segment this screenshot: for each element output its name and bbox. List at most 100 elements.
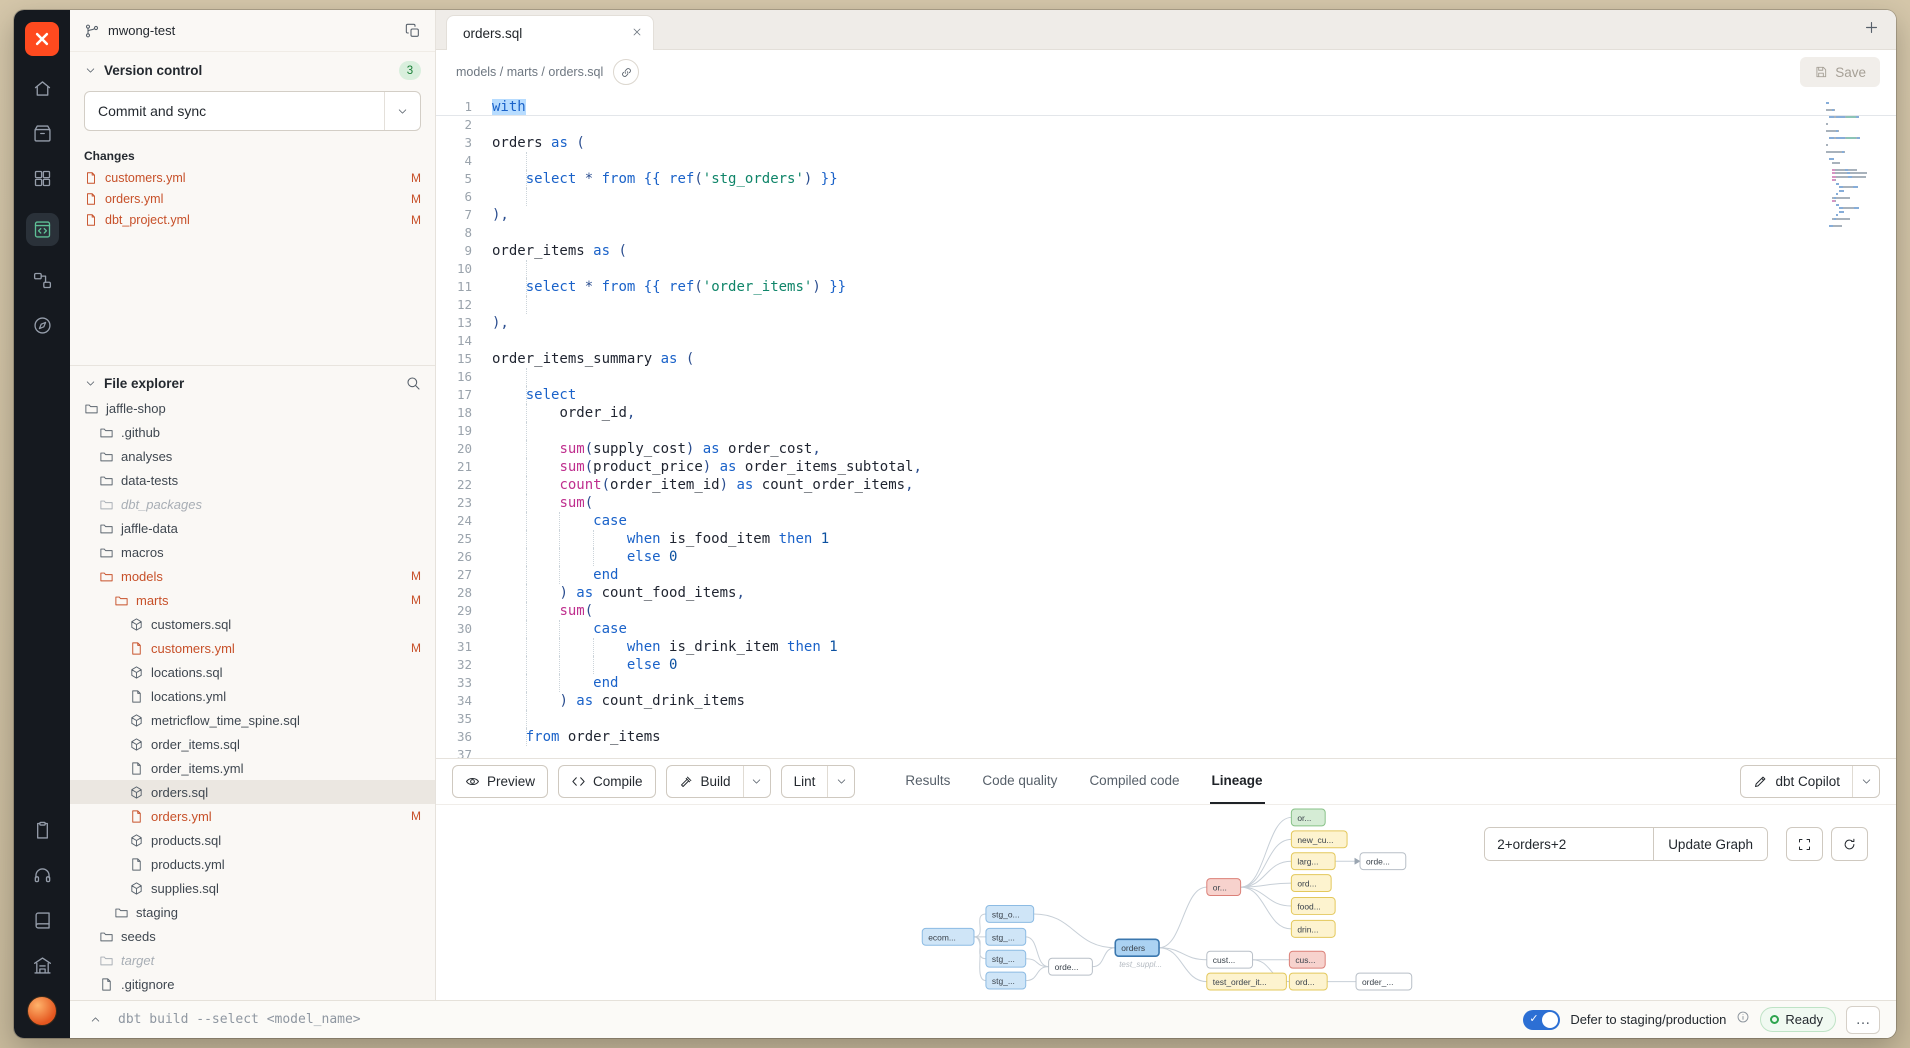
code-editor[interactable]: 1with23orders as (45 select * from {{ re…	[436, 94, 1896, 758]
dag-node-drin[interactable]: drin...	[1291, 920, 1335, 937]
code-line-12[interactable]: 12	[436, 296, 1896, 314]
changed-file-customers.yml[interactable]: customers.ymlM	[70, 167, 435, 188]
dag-node-ord2[interactable]: ord...	[1289, 973, 1327, 990]
rail-item-explore[interactable]	[32, 315, 53, 336]
code-line-15[interactable]: 15order_items_summary as (	[436, 350, 1896, 368]
new-tab-button[interactable]	[1863, 19, 1880, 41]
code-line-3[interactable]: 3orders as (	[436, 134, 1896, 152]
dag-node-orp[interactable]: or...	[1207, 879, 1241, 896]
code-line-30[interactable]: 30 case	[436, 620, 1896, 638]
code-line-10[interactable]: 10	[436, 260, 1896, 278]
tree-item-orders.yml[interactable]: orders.ymlM	[70, 804, 435, 828]
rail-item-notes[interactable]	[32, 820, 53, 841]
code-line-22[interactable]: 22 count(order_item_id) as count_order_i…	[436, 476, 1896, 494]
lineage-panel[interactable]: ecom...stg_o...stg_...stg_...stg_...orde…	[436, 804, 1896, 1000]
code-line-8[interactable]: 8	[436, 224, 1896, 242]
code-line-5[interactable]: 5 select * from {{ ref('stg_orders') }}	[436, 170, 1896, 188]
tree-item-order_items.sql[interactable]: order_items.sql	[70, 732, 435, 756]
dag-node-org[interactable]: or...	[1291, 809, 1325, 826]
code-line-31[interactable]: 31 when is_drink_item then 1	[436, 638, 1896, 656]
tree-item-marts[interactable]: martsM	[70, 588, 435, 612]
tree-item-data-tests[interactable]: data-tests	[70, 468, 435, 492]
refresh-button[interactable]	[1831, 827, 1868, 861]
tree-item-target[interactable]: target	[70, 948, 435, 972]
save-button[interactable]: Save	[1800, 57, 1880, 87]
code-line-7[interactable]: 7),	[436, 206, 1896, 224]
code-line-33[interactable]: 33 end	[436, 674, 1896, 692]
tree-item-analyses[interactable]: analyses	[70, 444, 435, 468]
lint-options-chevron[interactable]	[827, 766, 854, 797]
search-icon[interactable]	[405, 375, 421, 391]
dag-node-cust[interactable]: cust...	[1207, 951, 1253, 968]
dag-node-orderf[interactable]: order_...	[1356, 973, 1412, 990]
tree-item-products.sql[interactable]: products.sql	[70, 828, 435, 852]
dag-node-newcu[interactable]: new_cu...	[1291, 831, 1347, 848]
code-line-18[interactable]: 18 order_id,	[436, 404, 1896, 422]
version-control-header[interactable]: Version control 3	[70, 52, 435, 85]
code-line-4[interactable]: 4	[436, 152, 1896, 170]
build-options-chevron[interactable]	[743, 766, 770, 797]
code-line-26[interactable]: 26 else 0	[436, 548, 1896, 566]
code-line-23[interactable]: 23 sum(	[436, 494, 1896, 512]
dag-node-stg1[interactable]: stg_...	[986, 928, 1026, 945]
dag-node-ecom[interactable]: ecom...	[922, 928, 974, 945]
tree-item-customers.yml[interactable]: customers.ymlM	[70, 636, 435, 660]
commit-and-sync-button[interactable]: Commit and sync	[84, 91, 421, 131]
dbt-copilot-button[interactable]: dbt Copilot	[1740, 765, 1880, 798]
tab-lineage[interactable]: Lineage	[1210, 759, 1265, 804]
rail-item-organization[interactable]	[32, 955, 53, 976]
close-tab-button[interactable]	[631, 26, 643, 41]
code-line-14[interactable]: 14	[436, 332, 1896, 350]
copy-path-button[interactable]	[613, 59, 639, 85]
tree-item-jaffle-data[interactable]: jaffle-data	[70, 516, 435, 540]
rail-item-support[interactable]	[32, 865, 53, 886]
tree-item-staging[interactable]: staging	[70, 900, 435, 924]
dag-node-larg[interactable]: larg...	[1291, 853, 1335, 870]
tree-item-locations.yml[interactable]: locations.yml	[70, 684, 435, 708]
code-line-6[interactable]: 6	[436, 188, 1896, 206]
code-line-29[interactable]: 29 sum(	[436, 602, 1896, 620]
tab-orders-sql[interactable]: orders.sql	[446, 15, 654, 50]
lint-button[interactable]: Lint	[781, 765, 856, 798]
tree-item-metricflow_time_spine.sql[interactable]: metricflow_time_spine.sql	[70, 708, 435, 732]
dag-node-stg3[interactable]: stg_...	[986, 972, 1026, 989]
dag-node-stg2[interactable]: stg_...	[986, 950, 1026, 967]
update-graph-button[interactable]: Update Graph	[1653, 828, 1767, 860]
code-line-1[interactable]: 1with	[436, 98, 1896, 116]
user-avatar[interactable]	[27, 996, 57, 1026]
tree-item-seeds[interactable]: seeds	[70, 924, 435, 948]
dag-node-food[interactable]: food...	[1291, 898, 1335, 915]
tree-item-orders.sql[interactable]: orders.sql	[70, 780, 435, 804]
fullscreen-button[interactable]	[1786, 827, 1823, 861]
tree-item-macros[interactable]: macros	[70, 540, 435, 564]
changed-file-orders.yml[interactable]: orders.ymlM	[70, 188, 435, 209]
dag-node-ordm[interactable]: orde...	[1049, 958, 1093, 975]
code-line-21[interactable]: 21 sum(product_price) as order_items_sub…	[436, 458, 1896, 476]
changed-file-dbt_project.yml[interactable]: dbt_project.ymlM	[70, 209, 435, 230]
dag-node-ord1[interactable]: ord...	[1291, 875, 1331, 892]
dag-node-ordw[interactable]: orde...	[1360, 853, 1406, 870]
code-line-36[interactable]: 36 from order_items	[436, 728, 1896, 746]
code-line-2[interactable]: 2	[436, 116, 1896, 134]
code-line-17[interactable]: 17 select	[436, 386, 1896, 404]
dag-node-toi[interactable]: test_order_it...	[1207, 973, 1287, 990]
code-line-9[interactable]: 9order_items as (	[436, 242, 1896, 260]
copy-icon[interactable]	[405, 23, 421, 39]
dag-node-cus[interactable]: cus...	[1289, 951, 1325, 968]
compile-button[interactable]: Compile	[558, 765, 656, 798]
preview-button[interactable]: Preview	[452, 765, 548, 798]
tree-item-.gitignore[interactable]: .gitignore	[70, 972, 435, 996]
rail-item-home[interactable]	[32, 78, 53, 99]
code-line-37[interactable]: 37	[436, 746, 1896, 758]
tree-item-jaffle-shop[interactable]: jaffle-shop	[70, 396, 435, 420]
tree-item-products.yml[interactable]: products.yml	[70, 852, 435, 876]
build-button[interactable]: Build	[666, 765, 771, 798]
code-line-35[interactable]: 35	[436, 710, 1896, 728]
code-line-32[interactable]: 32 else 0	[436, 656, 1896, 674]
rail-item-apps[interactable]	[32, 168, 53, 189]
file-explorer-header[interactable]: File explorer	[70, 365, 435, 396]
tab-code-quality[interactable]: Code quality	[980, 759, 1059, 804]
code-line-27[interactable]: 27 end	[436, 566, 1896, 584]
defer-toggle[interactable]: ✓	[1523, 1010, 1560, 1030]
command-input[interactable]: dbt build --select <model_name>	[118, 1012, 361, 1027]
